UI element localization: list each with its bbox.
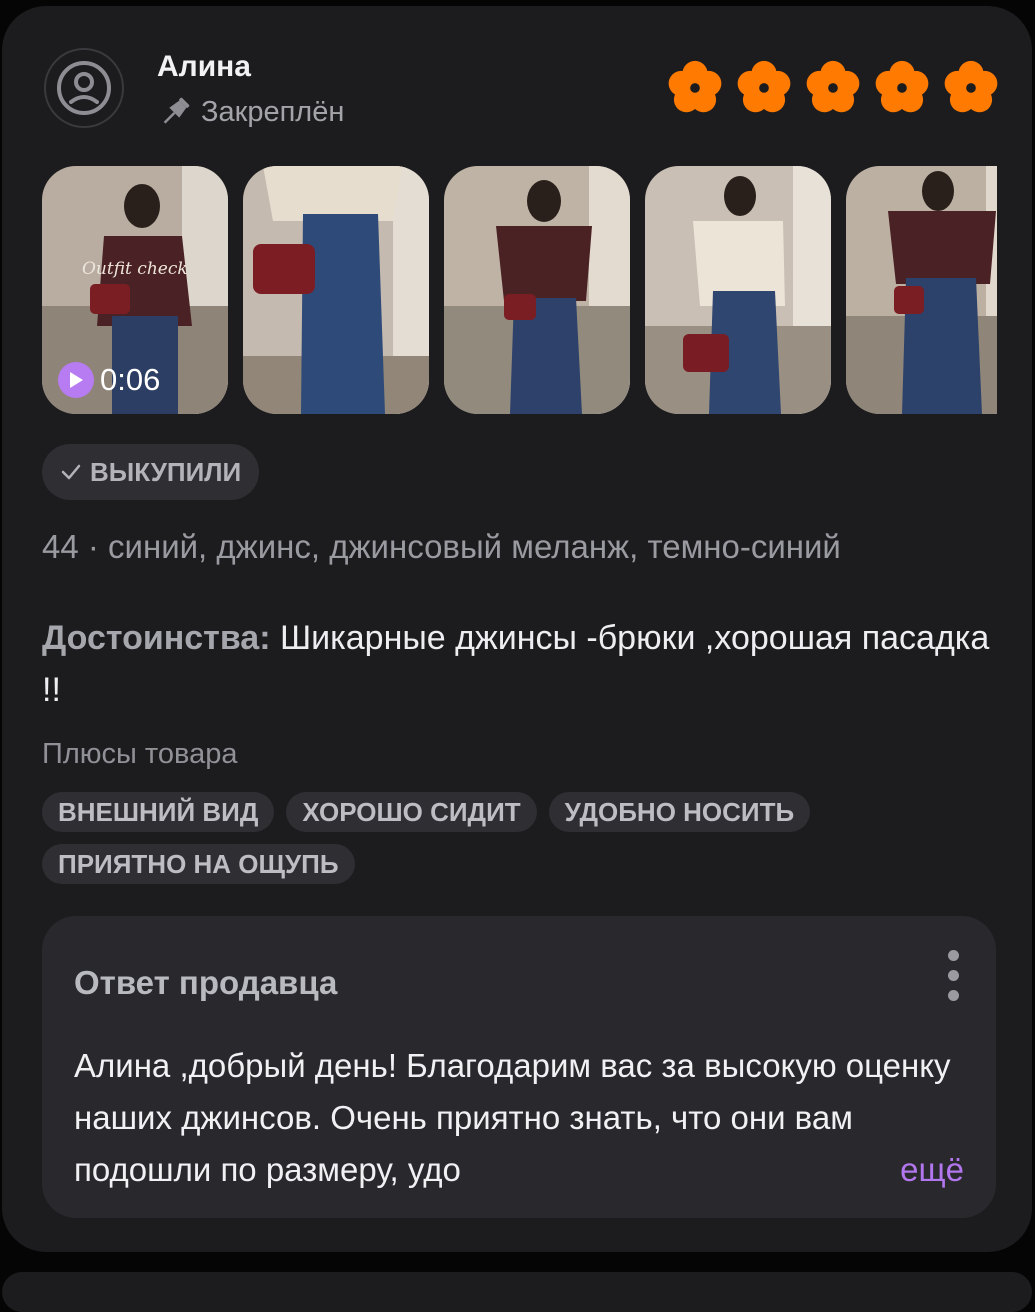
seller-reply-title: Ответ продавца [74,964,338,1001]
star-icon [944,60,998,113]
review-card: Алина Закреплён Outfit check 0:06 ВЫКУПИ… [2,6,1032,1252]
pinned-status: Закреплён [157,94,344,130]
rating-stars [666,58,1000,116]
tag-chip: ВНЕШНИЙ ВИД [42,792,275,832]
photo-gallery[interactable]: Outfit check 0:06 [42,166,997,414]
gallery-photo[interactable] [444,166,630,414]
video-duration: 0:06 [58,362,160,398]
next-review-card [2,1272,1032,1312]
author-name: Алина [157,50,251,83]
variant-info: 44 · синий, джинс, джинсовый меланж, тем… [42,528,841,565]
video-duration-label: 0:06 [100,362,161,397]
play-icon[interactable] [58,362,94,398]
star-icon [806,60,860,113]
pin-icon [163,97,190,124]
pluses-tags: ВНЕШНИЙ ВИД ХОРОШО СИДИТ УДОБНО НОСИТЬ П… [42,792,992,884]
star-icon [875,60,929,113]
photo-watermark: Outfit check [82,259,188,279]
pinned-label: Закреплён [201,95,345,128]
check-icon [61,464,81,480]
user-sad-icon [57,61,111,115]
tag-chip: ХОРОШО СИДИТ [286,792,537,832]
badge-label: ВЫКУПИЛИ [90,456,242,487]
gallery-photo[interactable] [645,166,831,414]
gallery-video-thumb[interactable]: Outfit check 0:06 [42,166,228,414]
pros-text: Достоинства: Шикарные джинсы -брюки ,хор… [42,612,992,716]
more-options-icon[interactable] [946,950,960,1001]
star-icon [737,60,791,113]
purchased-badge: ВЫКУПИЛИ [42,444,260,500]
tag-chip: ПРИЯТНО НА ОЩУПЬ [42,844,355,884]
seller-reply-text: Алина ,добрый день! Благодарим вас за вы… [74,1047,951,1188]
avatar[interactable] [44,48,124,128]
read-more-link[interactable]: ещё [850,1144,964,1196]
pros-label: Достоинства: [42,619,271,657]
star-icon [668,60,722,113]
gallery-photo[interactable] [846,166,997,414]
seller-reply: Ответ продавца Алина ,добрый день! Благо… [42,916,996,1218]
gallery-photo[interactable] [243,166,429,414]
product-pluses-title: Плюсы товара [42,738,238,770]
tag-chip: УДОБНО НОСИТЬ [548,792,811,832]
